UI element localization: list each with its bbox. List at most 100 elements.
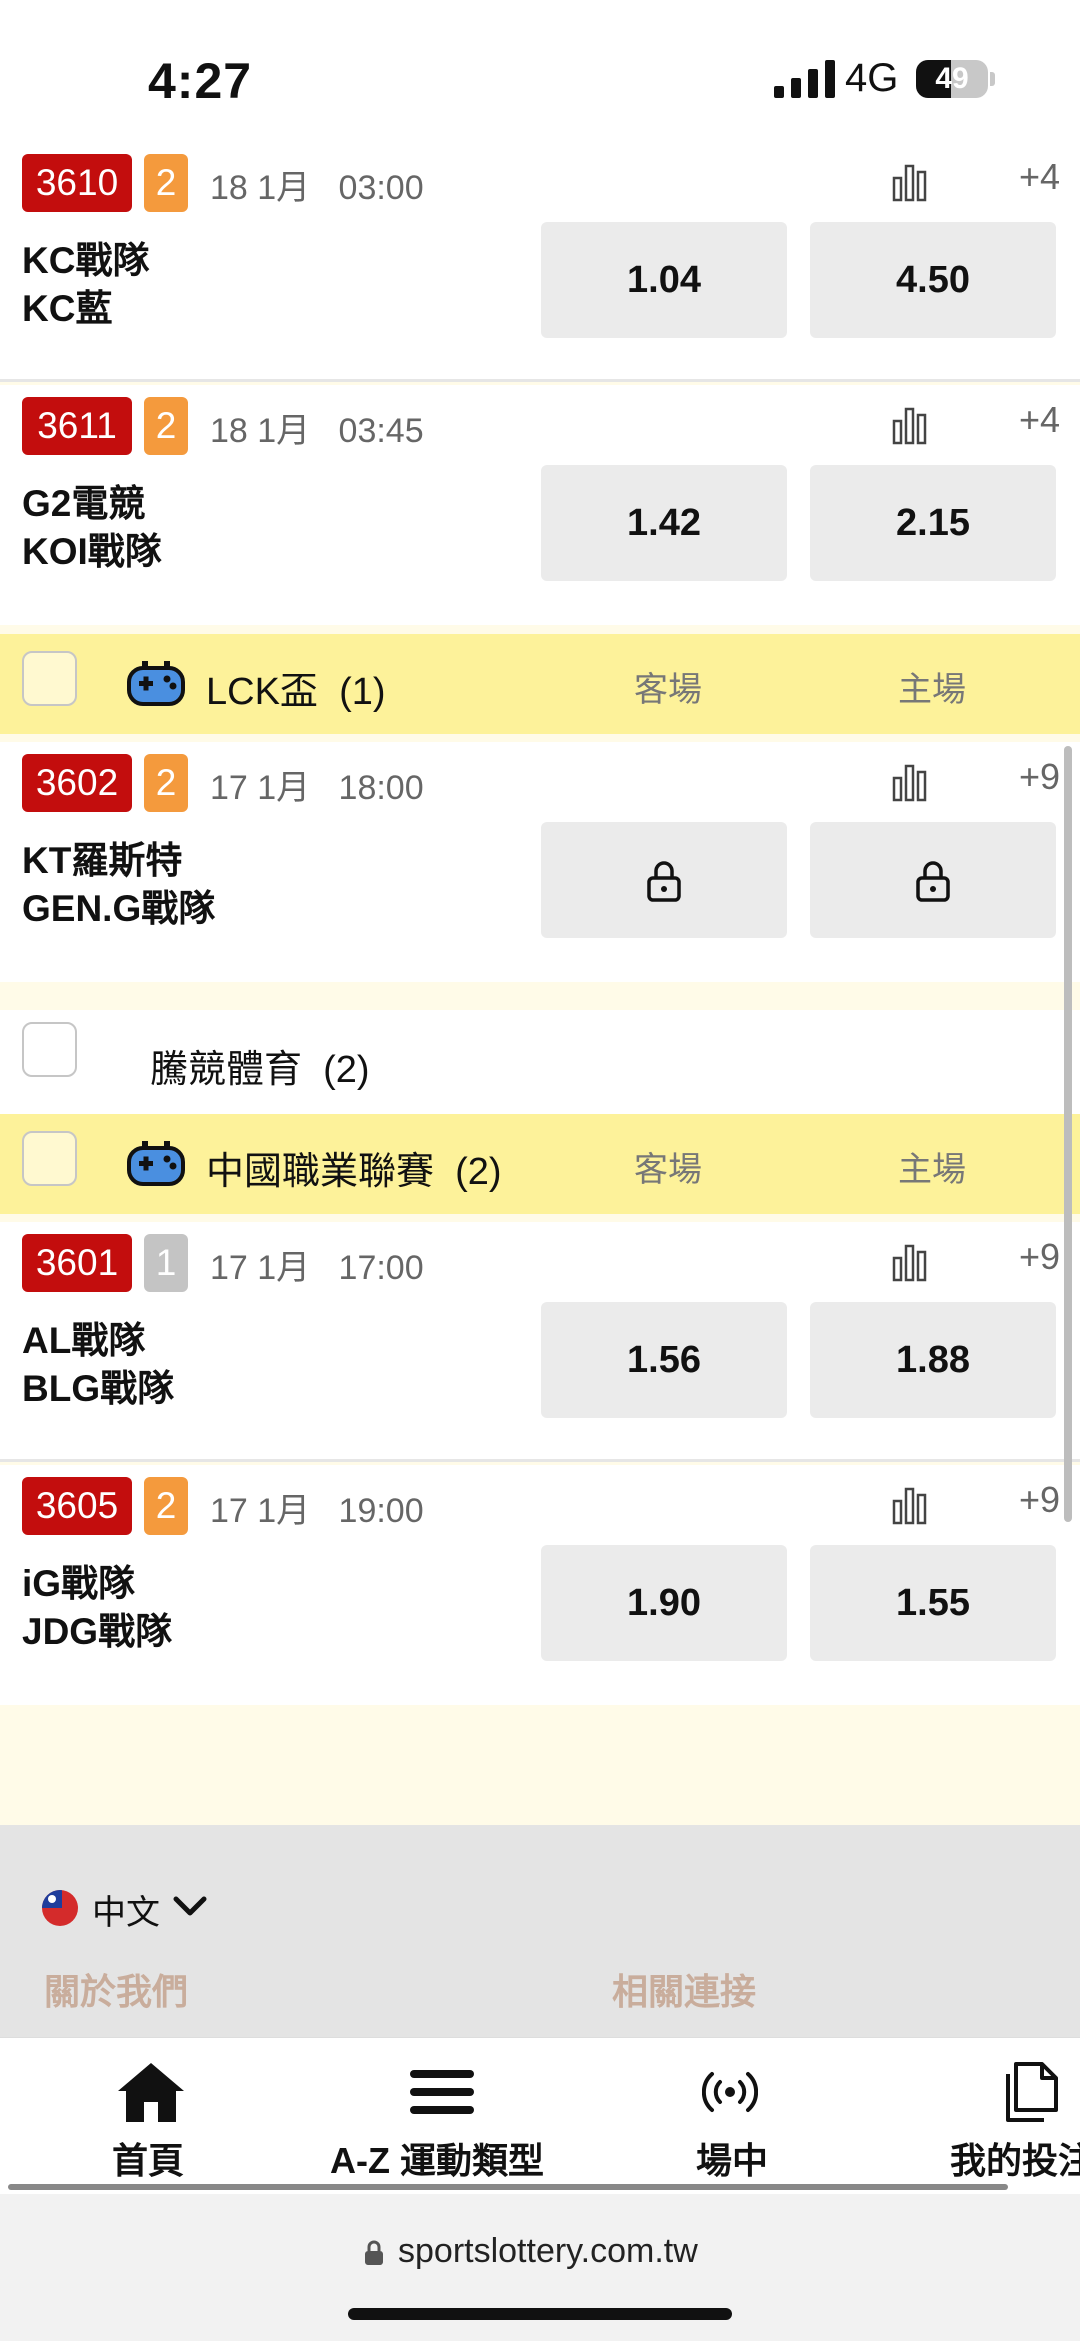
match-count-badge: 2 xyxy=(144,1477,188,1535)
match-count-badge: 2 xyxy=(144,154,188,212)
more-markets-link[interactable]: +9 xyxy=(980,1479,1060,1521)
team-away: iG戰隊 xyxy=(22,1563,136,1604)
home-indicator[interactable] xyxy=(348,2308,732,2320)
more-markets-link[interactable]: +9 xyxy=(980,1236,1060,1278)
about-us-link[interactable]: 關於我們 xyxy=(44,1963,188,2015)
team-home: JDG戰隊 xyxy=(22,1611,173,1652)
stats-icon[interactable] xyxy=(892,162,928,202)
copy-icon xyxy=(1006,2062,1058,2122)
match-id-badge: 3605 xyxy=(22,1477,132,1535)
home-column-label: 主場 xyxy=(898,1151,966,1189)
language-selector[interactable]: 中文 xyxy=(92,1885,160,1934)
gamepad-icon xyxy=(127,661,185,706)
home-column-label: 主場 xyxy=(898,671,966,709)
match-datetime: 17 1月 19:00 xyxy=(210,1492,424,1530)
match-count-badge: 2 xyxy=(144,397,188,455)
team-away: KC戰隊 xyxy=(22,240,150,281)
status-time: 4:27 xyxy=(148,53,253,109)
odd-home-button[interactable]: 1.55 xyxy=(810,1545,1056,1661)
match-row: 3611 2 18 1月 03:45 +4 G2電競 KOI戰隊 1.42 2.… xyxy=(0,385,1080,625)
odd-away-button[interactable]: 1.90 xyxy=(541,1545,787,1661)
team-away: AL戰隊 xyxy=(22,1320,146,1361)
stats-icon[interactable] xyxy=(892,405,928,445)
league-checkbox[interactable] xyxy=(22,651,77,706)
tab-scroll-indicator xyxy=(8,2184,1008,2190)
live-icon xyxy=(702,2072,758,2112)
team-away: KT羅斯特 xyxy=(22,840,183,881)
flag-icon xyxy=(42,1890,78,1926)
match-row: 3605 2 17 1月 19:00 +9 iG戰隊 JDG戰隊 1.90 1.… xyxy=(0,1465,1080,1705)
sport-group-row[interactable]: 騰競體育 (2) xyxy=(0,1010,1080,1120)
battery-level: 49 xyxy=(935,62,969,95)
lock-icon xyxy=(916,861,950,902)
home-icon xyxy=(118,2063,184,2122)
odd-away-locked xyxy=(541,822,787,938)
more-markets-link[interactable]: +4 xyxy=(980,399,1060,441)
match-id-badge: 3611 xyxy=(22,397,132,455)
league-header-lpl[interactable]: 中國職業聯賽 (2) 客場 主場 xyxy=(0,1114,1080,1214)
match-row: 3601 1 17 1月 17:00 +9 AL戰隊 BLG戰隊 1.56 1.… xyxy=(0,1222,1080,1462)
more-markets-link[interactable]: +4 xyxy=(980,156,1060,198)
stats-icon[interactable] xyxy=(892,762,928,802)
match-count-badge: 2 xyxy=(144,754,188,812)
tab-label: 首頁 xyxy=(112,2140,185,2181)
tab-live[interactable]: 場中 xyxy=(692,2060,782,2181)
odd-away-button[interactable]: 1.04 xyxy=(541,222,787,338)
away-column-label: 客場 xyxy=(634,671,702,709)
url-text[interactable]: sportslottery.com.tw xyxy=(398,2232,698,2271)
away-column-label: 客場 xyxy=(634,1151,702,1189)
team-home: GEN.G戰隊 xyxy=(22,888,216,929)
stats-icon[interactable] xyxy=(892,1485,928,1525)
site-footer: 中文 關於我們 相關連接 xyxy=(0,1825,1080,2037)
match-id-badge: 3610 xyxy=(22,154,132,212)
team-away: G2電競 xyxy=(22,483,146,524)
tab-label: A-Z 運動類型 xyxy=(330,2140,544,2181)
chevron-down-icon[interactable] xyxy=(172,1891,208,1921)
tab-label: 場中 xyxy=(696,2140,769,2181)
tab-az-sports[interactable]: A-Z 運動類型 xyxy=(328,2060,558,2181)
signal-icon xyxy=(774,60,835,98)
lock-icon xyxy=(647,861,681,902)
sport-group-name: 騰競體育 (2) xyxy=(150,1049,370,1091)
team-home: KC藍 xyxy=(22,288,113,329)
league-header-lck[interactable]: LCK盃 (1) 客場 主場 xyxy=(0,634,1080,734)
match-datetime: 18 1月 03:00 xyxy=(210,169,424,207)
tab-label: 我的投注 xyxy=(950,2140,1080,2181)
lock-icon xyxy=(365,2240,383,2265)
league-name: 中國職業聯賽 (2) xyxy=(206,1151,502,1193)
sport-group-checkbox[interactable] xyxy=(22,1022,77,1077)
odd-away-button[interactable]: 1.56 xyxy=(541,1302,787,1418)
menu-icon xyxy=(410,2070,474,2114)
match-datetime: 17 1月 17:00 xyxy=(210,1249,424,1287)
odd-home-button[interactable]: 4.50 xyxy=(810,222,1056,338)
match-row: 3602 2 17 1月 18:00 +9 KT羅斯特 GEN.G戰隊 xyxy=(0,742,1080,982)
team-home: KOI戰隊 xyxy=(22,531,162,572)
match-datetime: 17 1月 18:00 xyxy=(210,769,424,807)
odd-home-button[interactable]: 2.15 xyxy=(810,465,1056,581)
related-links-link[interactable]: 相關連接 xyxy=(612,1963,756,2015)
battery-tip xyxy=(990,72,995,86)
battery-icon: 49 xyxy=(916,60,988,98)
tab-my-bets[interactable]: 我的投注 xyxy=(948,2060,1080,2181)
match-datetime: 18 1月 03:45 xyxy=(210,412,424,450)
tab-home[interactable]: 首頁 xyxy=(110,2060,200,2181)
league-checkbox[interactable] xyxy=(22,1131,77,1186)
browser-address-bar[interactable]: sportslottery.com.tw xyxy=(0,2194,1080,2341)
flag-sun xyxy=(48,1895,56,1903)
network-type: 4G xyxy=(845,56,899,100)
scrollbar[interactable] xyxy=(1064,746,1072,1522)
bottom-tab-bar: 首頁 A-Z 運動類型 場中 我的投注 xyxy=(0,2037,1080,2194)
odd-away-button[interactable]: 1.42 xyxy=(541,465,787,581)
match-row: 3610 2 18 1月 03:00 +4 KC戰隊 KC藍 1.04 4.50 xyxy=(0,152,1080,382)
stats-icon[interactable] xyxy=(892,1242,928,1282)
team-home: BLG戰隊 xyxy=(22,1368,175,1409)
match-id-badge: 3601 xyxy=(22,1234,132,1292)
match-id-badge: 3602 xyxy=(22,754,132,812)
match-count-badge: 1 xyxy=(144,1234,188,1292)
odd-home-locked xyxy=(810,822,1056,938)
match-list[interactable]: 3610 2 18 1月 03:00 +4 KC戰隊 KC藍 1.04 4.50… xyxy=(0,152,1080,1825)
more-markets-link[interactable]: +9 xyxy=(980,756,1060,798)
league-name: LCK盃 (1) xyxy=(206,671,386,713)
gamepad-icon xyxy=(127,1141,185,1186)
odd-home-button[interactable]: 1.88 xyxy=(810,1302,1056,1418)
